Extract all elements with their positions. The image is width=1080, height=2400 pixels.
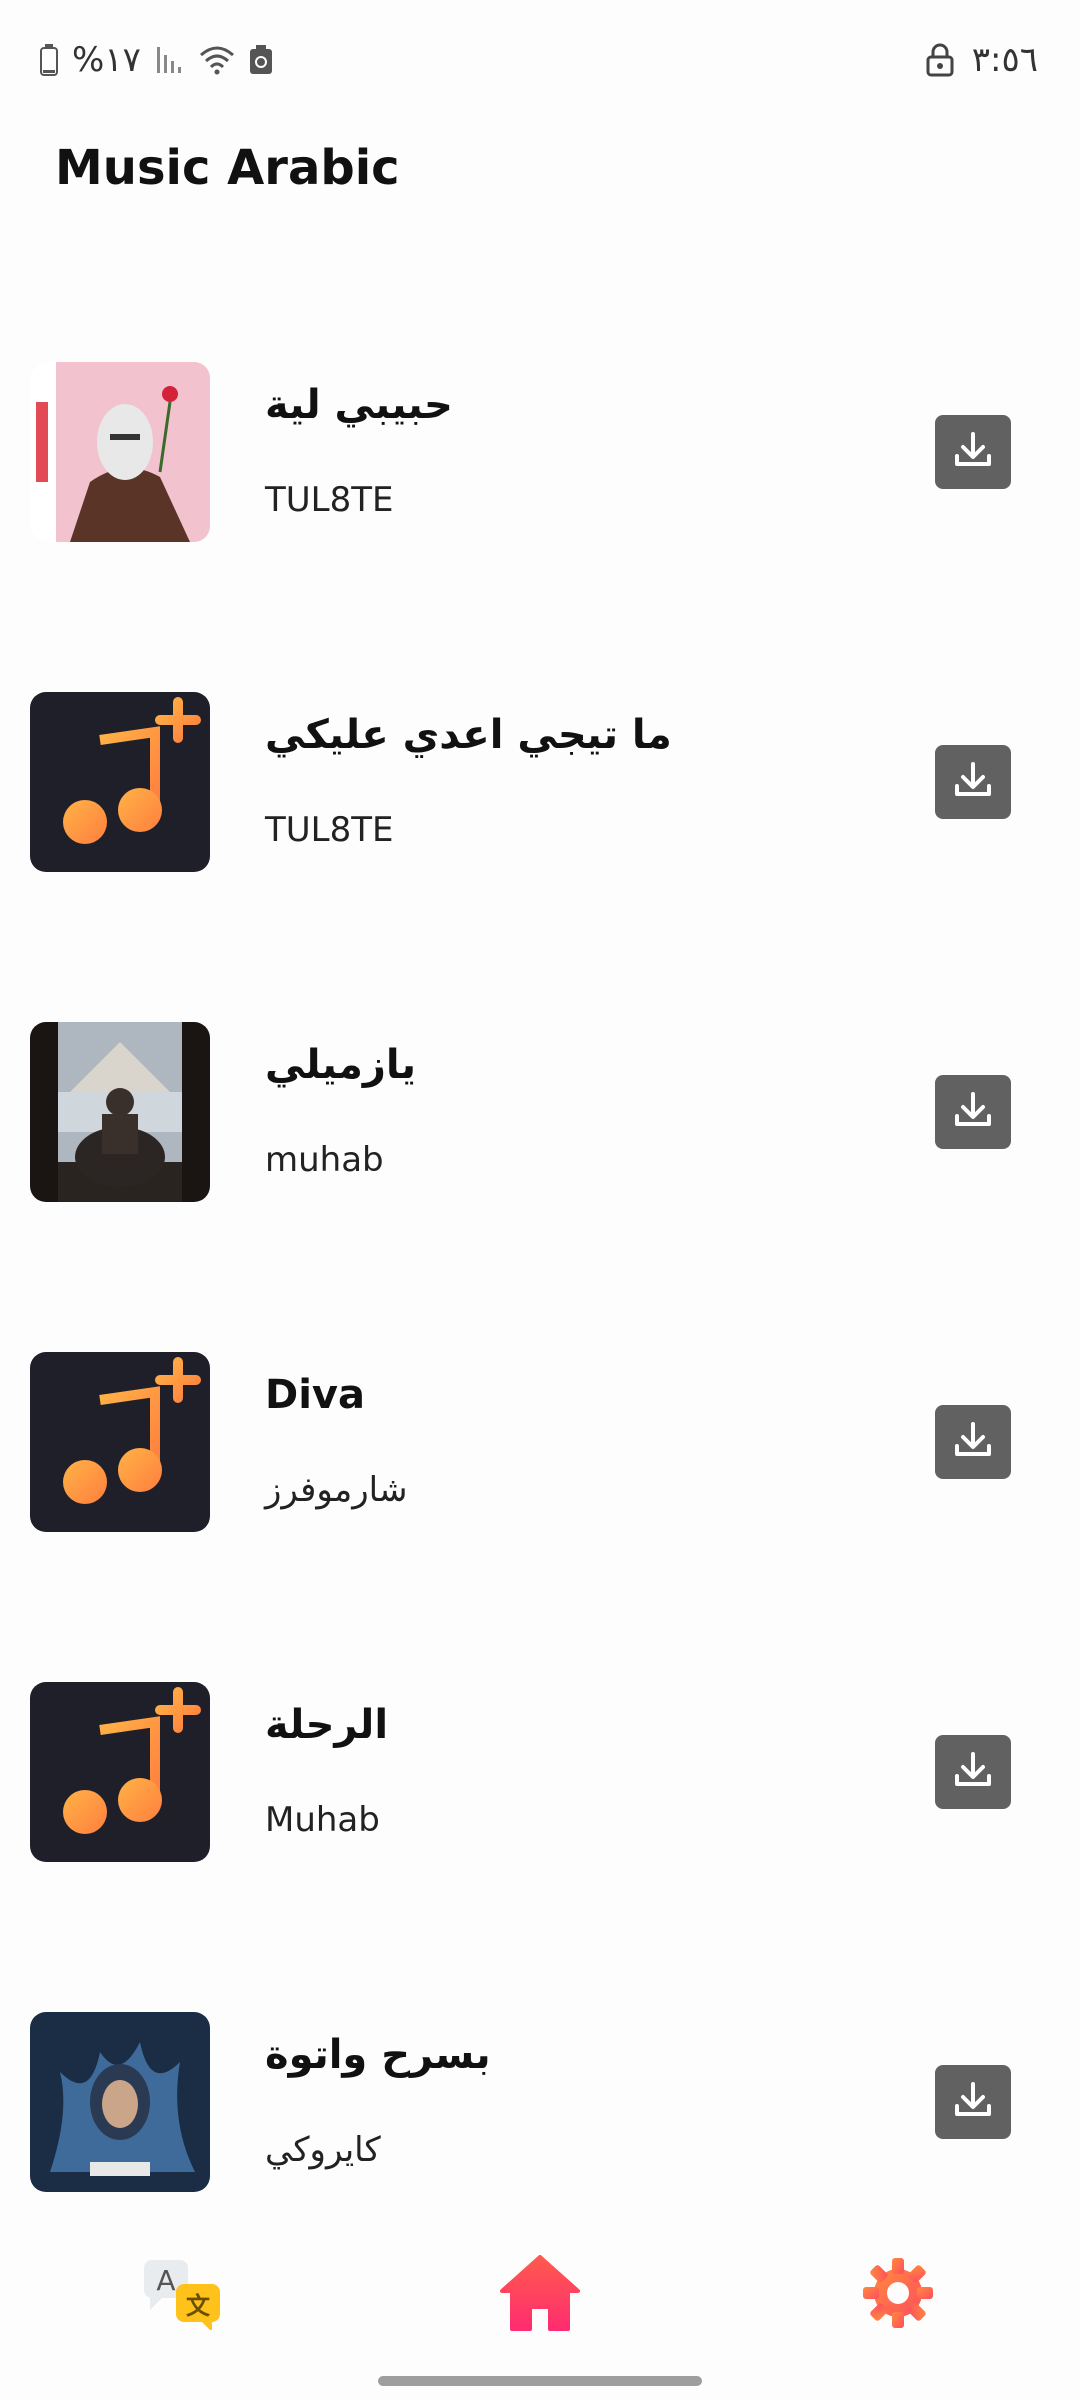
settings-icon <box>861 2256 935 2334</box>
song-title: يازميلي <box>265 1042 416 1088</box>
nav-translate-button[interactable]: A 文 <box>137 2250 227 2340</box>
song-title: بسرح واتوة <box>265 2032 491 2078</box>
list-item[interactable]: حبيبي لية TUL8TE <box>0 362 1080 542</box>
download-icon <box>951 758 995 806</box>
battery-percent: %١٧ <box>72 40 141 80</box>
album-art <box>30 1022 210 1202</box>
wifi-icon <box>199 45 235 75</box>
svg-text:A: A <box>156 2264 175 2297</box>
list-item[interactable]: الرحلة Muhab <box>0 1682 1080 1862</box>
download-icon <box>951 428 995 476</box>
album-art-placeholder <box>30 1682 210 1862</box>
song-artist: TUL8TE <box>265 810 394 850</box>
album-art <box>30 2012 210 2192</box>
list-item[interactable]: بسرح واتوة كايروكي <box>0 2012 1080 2192</box>
app-notification-icon <box>249 45 273 75</box>
translate-icon: A 文 <box>140 2256 224 2334</box>
song-title: ما تيجي اعدي عليكي <box>265 712 672 758</box>
clock-time: ٣:٥٦ <box>971 40 1038 80</box>
home-icon <box>498 2253 582 2337</box>
download-icon <box>951 2078 995 2126</box>
download-button[interactable] <box>935 745 1011 819</box>
song-title: Diva <box>265 1372 365 1418</box>
page-title: Music Arabic <box>55 140 400 196</box>
album-art <box>30 362 210 542</box>
song-artist: muhab <box>265 1140 384 1180</box>
signal-icon <box>155 45 185 75</box>
download-button[interactable] <box>935 1075 1011 1149</box>
download-button[interactable] <box>935 1405 1011 1479</box>
list-item[interactable]: Diva شارموفرز <box>0 1352 1080 1532</box>
download-button[interactable] <box>935 2065 1011 2139</box>
song-artist: شارموفرز <box>265 1470 408 1510</box>
list-item[interactable]: ما تيجي اعدي عليكي TUL8TE <box>0 692 1080 872</box>
download-icon <box>951 1418 995 1466</box>
bottom-navigation: A 文 <box>0 2230 1080 2350</box>
song-title: الرحلة <box>265 1702 389 1748</box>
status-right: ٣:٥٦ <box>926 38 1038 82</box>
nav-settings-button[interactable] <box>853 2250 943 2340</box>
song-artist: كايروكي <box>265 2130 381 2170</box>
song-artist: TUL8TE <box>265 480 394 520</box>
download-button[interactable] <box>935 415 1011 489</box>
song-artist: Muhab <box>265 1800 380 1840</box>
status-left: %١٧ <box>40 38 273 82</box>
battery-icon <box>40 44 58 76</box>
home-indicator[interactable] <box>378 2376 702 2386</box>
album-art-placeholder <box>30 692 210 872</box>
song-title: حبيبي لية <box>265 382 453 428</box>
list-item[interactable]: يازميلي muhab <box>0 1022 1080 1202</box>
album-art-placeholder <box>30 1352 210 1532</box>
svg-text:文: 文 <box>186 2292 211 2320</box>
download-button[interactable] <box>935 1735 1011 1809</box>
download-icon <box>951 1088 995 1136</box>
nav-home-button[interactable] <box>495 2250 585 2340</box>
lock-icon <box>926 43 954 77</box>
download-icon <box>951 1748 995 1796</box>
status-bar: %١٧ ٣:٥٦ <box>0 0 1080 120</box>
